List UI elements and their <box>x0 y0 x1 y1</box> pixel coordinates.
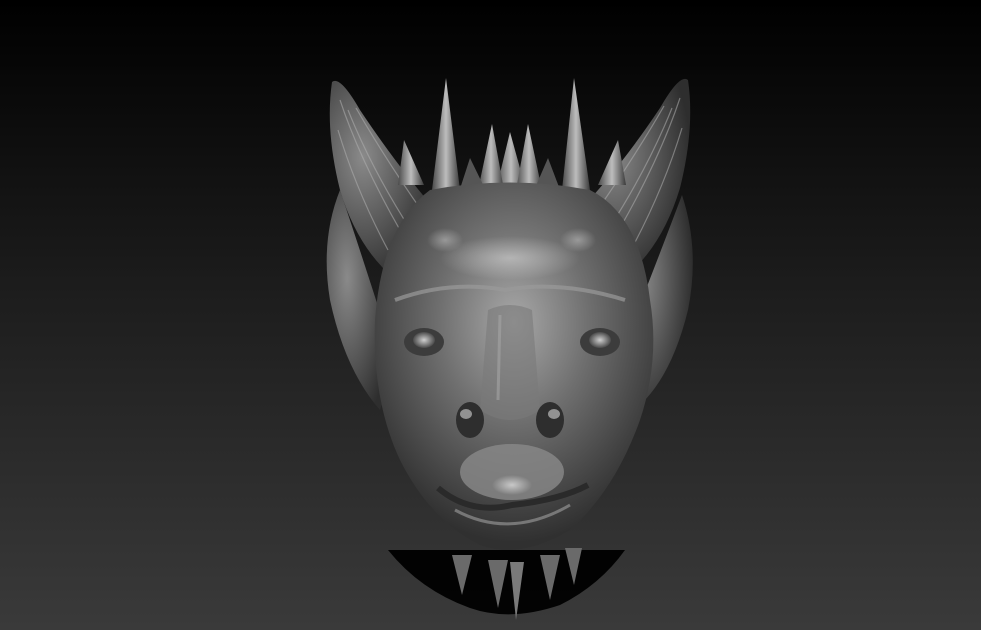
right-nostril <box>536 402 564 438</box>
nose-ridge <box>480 305 540 420</box>
spike-right-tall <box>562 78 590 190</box>
left-nostril <box>456 402 484 438</box>
spike-small-left <box>398 140 424 185</box>
sculpt-render <box>326 78 693 620</box>
ground-shadow <box>388 550 625 615</box>
spike-small-right <box>598 140 626 185</box>
spike-mid-left <box>478 124 504 190</box>
spike-mid-right <box>516 124 542 190</box>
3d-viewport[interactable] <box>0 0 981 630</box>
spike-left-tall <box>432 78 460 190</box>
